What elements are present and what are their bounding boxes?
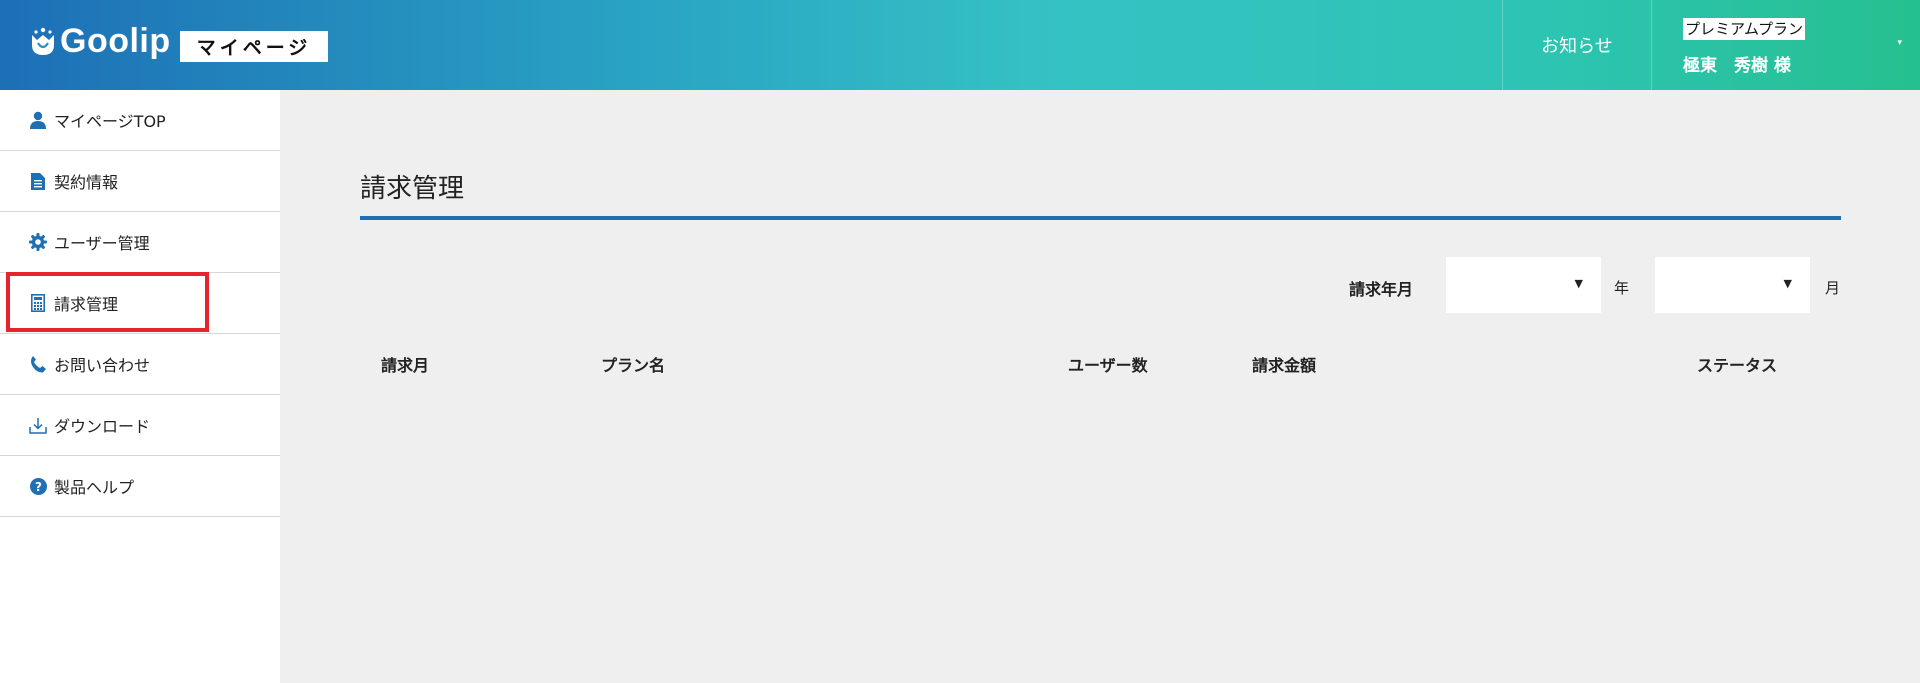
- mypage-badge: マイページ: [180, 31, 328, 62]
- sidebar-item-label: 契約情報: [54, 173, 119, 192]
- user-menu[interactable]: プレミアムプラン 極東 秀樹 様 ▾: [1652, 0, 1920, 90]
- sidebar-item-mypage-top[interactable]: マイページTOP: [0, 90, 280, 151]
- column-billing-month: 請求月: [381, 356, 430, 375]
- sidebar-nav: マイページTOP 契約情報 ユーザー管理 請求管理 お問い合わせ ダウンロード …: [0, 90, 280, 683]
- year-unit-label: 年: [1614, 279, 1630, 297]
- sidebar-item-contact[interactable]: お問い合わせ: [0, 334, 280, 395]
- month-select[interactable]: ▼: [1655, 257, 1810, 313]
- gear-icon: [29, 233, 47, 251]
- dropdown-arrow-icon: ▼: [1783, 277, 1792, 290]
- svg-text:?: ?: [35, 479, 42, 493]
- plan-badge: プレミアムプラン: [1683, 18, 1806, 40]
- user-name: 極東 秀樹 様: [1683, 56, 1791, 76]
- sidebar-item-label: 製品ヘルプ: [54, 478, 135, 497]
- page-title: 請求管理: [360, 174, 465, 204]
- year-select[interactable]: ▼: [1446, 257, 1601, 313]
- calculator-icon: [29, 294, 47, 312]
- sidebar-item-user-management[interactable]: ユーザー管理: [0, 212, 280, 273]
- column-billing-amount: 請求金額: [1252, 356, 1317, 375]
- sidebar-item-label: ユーザー管理: [54, 234, 150, 253]
- sidebar-item-download[interactable]: ダウンロード: [0, 395, 280, 456]
- phone-icon: [29, 355, 47, 373]
- sidebar-item-label: 請求管理: [54, 295, 119, 314]
- tulip-logo-icon: [32, 27, 54, 55]
- sidebar-item-label: マイページTOP: [54, 112, 166, 131]
- help-icon: ?: [29, 477, 47, 495]
- sidebar-item-contract-info[interactable]: 契約情報: [0, 151, 280, 212]
- sidebar-item-product-help[interactable]: ? 製品ヘルプ: [0, 456, 280, 517]
- billing-table-header: 請求月 プラン名 ユーザー数 請求金額 ステータス: [360, 352, 1841, 382]
- document-icon: [29, 172, 47, 190]
- billing-period-label: 請求年月: [1349, 280, 1414, 299]
- notice-link[interactable]: お知らせ: [1502, 0, 1652, 90]
- title-underline: [360, 216, 1841, 220]
- main-content: 請求管理 請求年月 ▼ 年 ▼ 月 請求月 プラン名 ユーザー数 請求金額 ステ…: [280, 90, 1920, 683]
- chevron-down-icon[interactable]: ▾: [1897, 38, 1902, 48]
- user-icon: [29, 111, 47, 129]
- column-status: ステータス: [1697, 356, 1778, 375]
- column-plan-name: プラン名: [601, 356, 666, 375]
- logo-text: Goolip: [60, 22, 171, 60]
- column-user-count: ユーザー数: [1068, 356, 1148, 375]
- sidebar-item-label: ダウンロード: [54, 417, 151, 436]
- download-icon: [29, 416, 47, 434]
- month-unit-label: 月: [1825, 279, 1841, 297]
- sidebar-item-label: お問い合わせ: [54, 356, 151, 375]
- goolip-logo[interactable]: Goolip: [30, 22, 171, 61]
- dropdown-arrow-icon: ▼: [1574, 277, 1583, 290]
- top-header: Goolip マイページ お知らせ プレミアムプラン 極東 秀樹 様 ▾: [0, 0, 1920, 90]
- sidebar-item-billing-management[interactable]: 請求管理: [0, 273, 280, 334]
